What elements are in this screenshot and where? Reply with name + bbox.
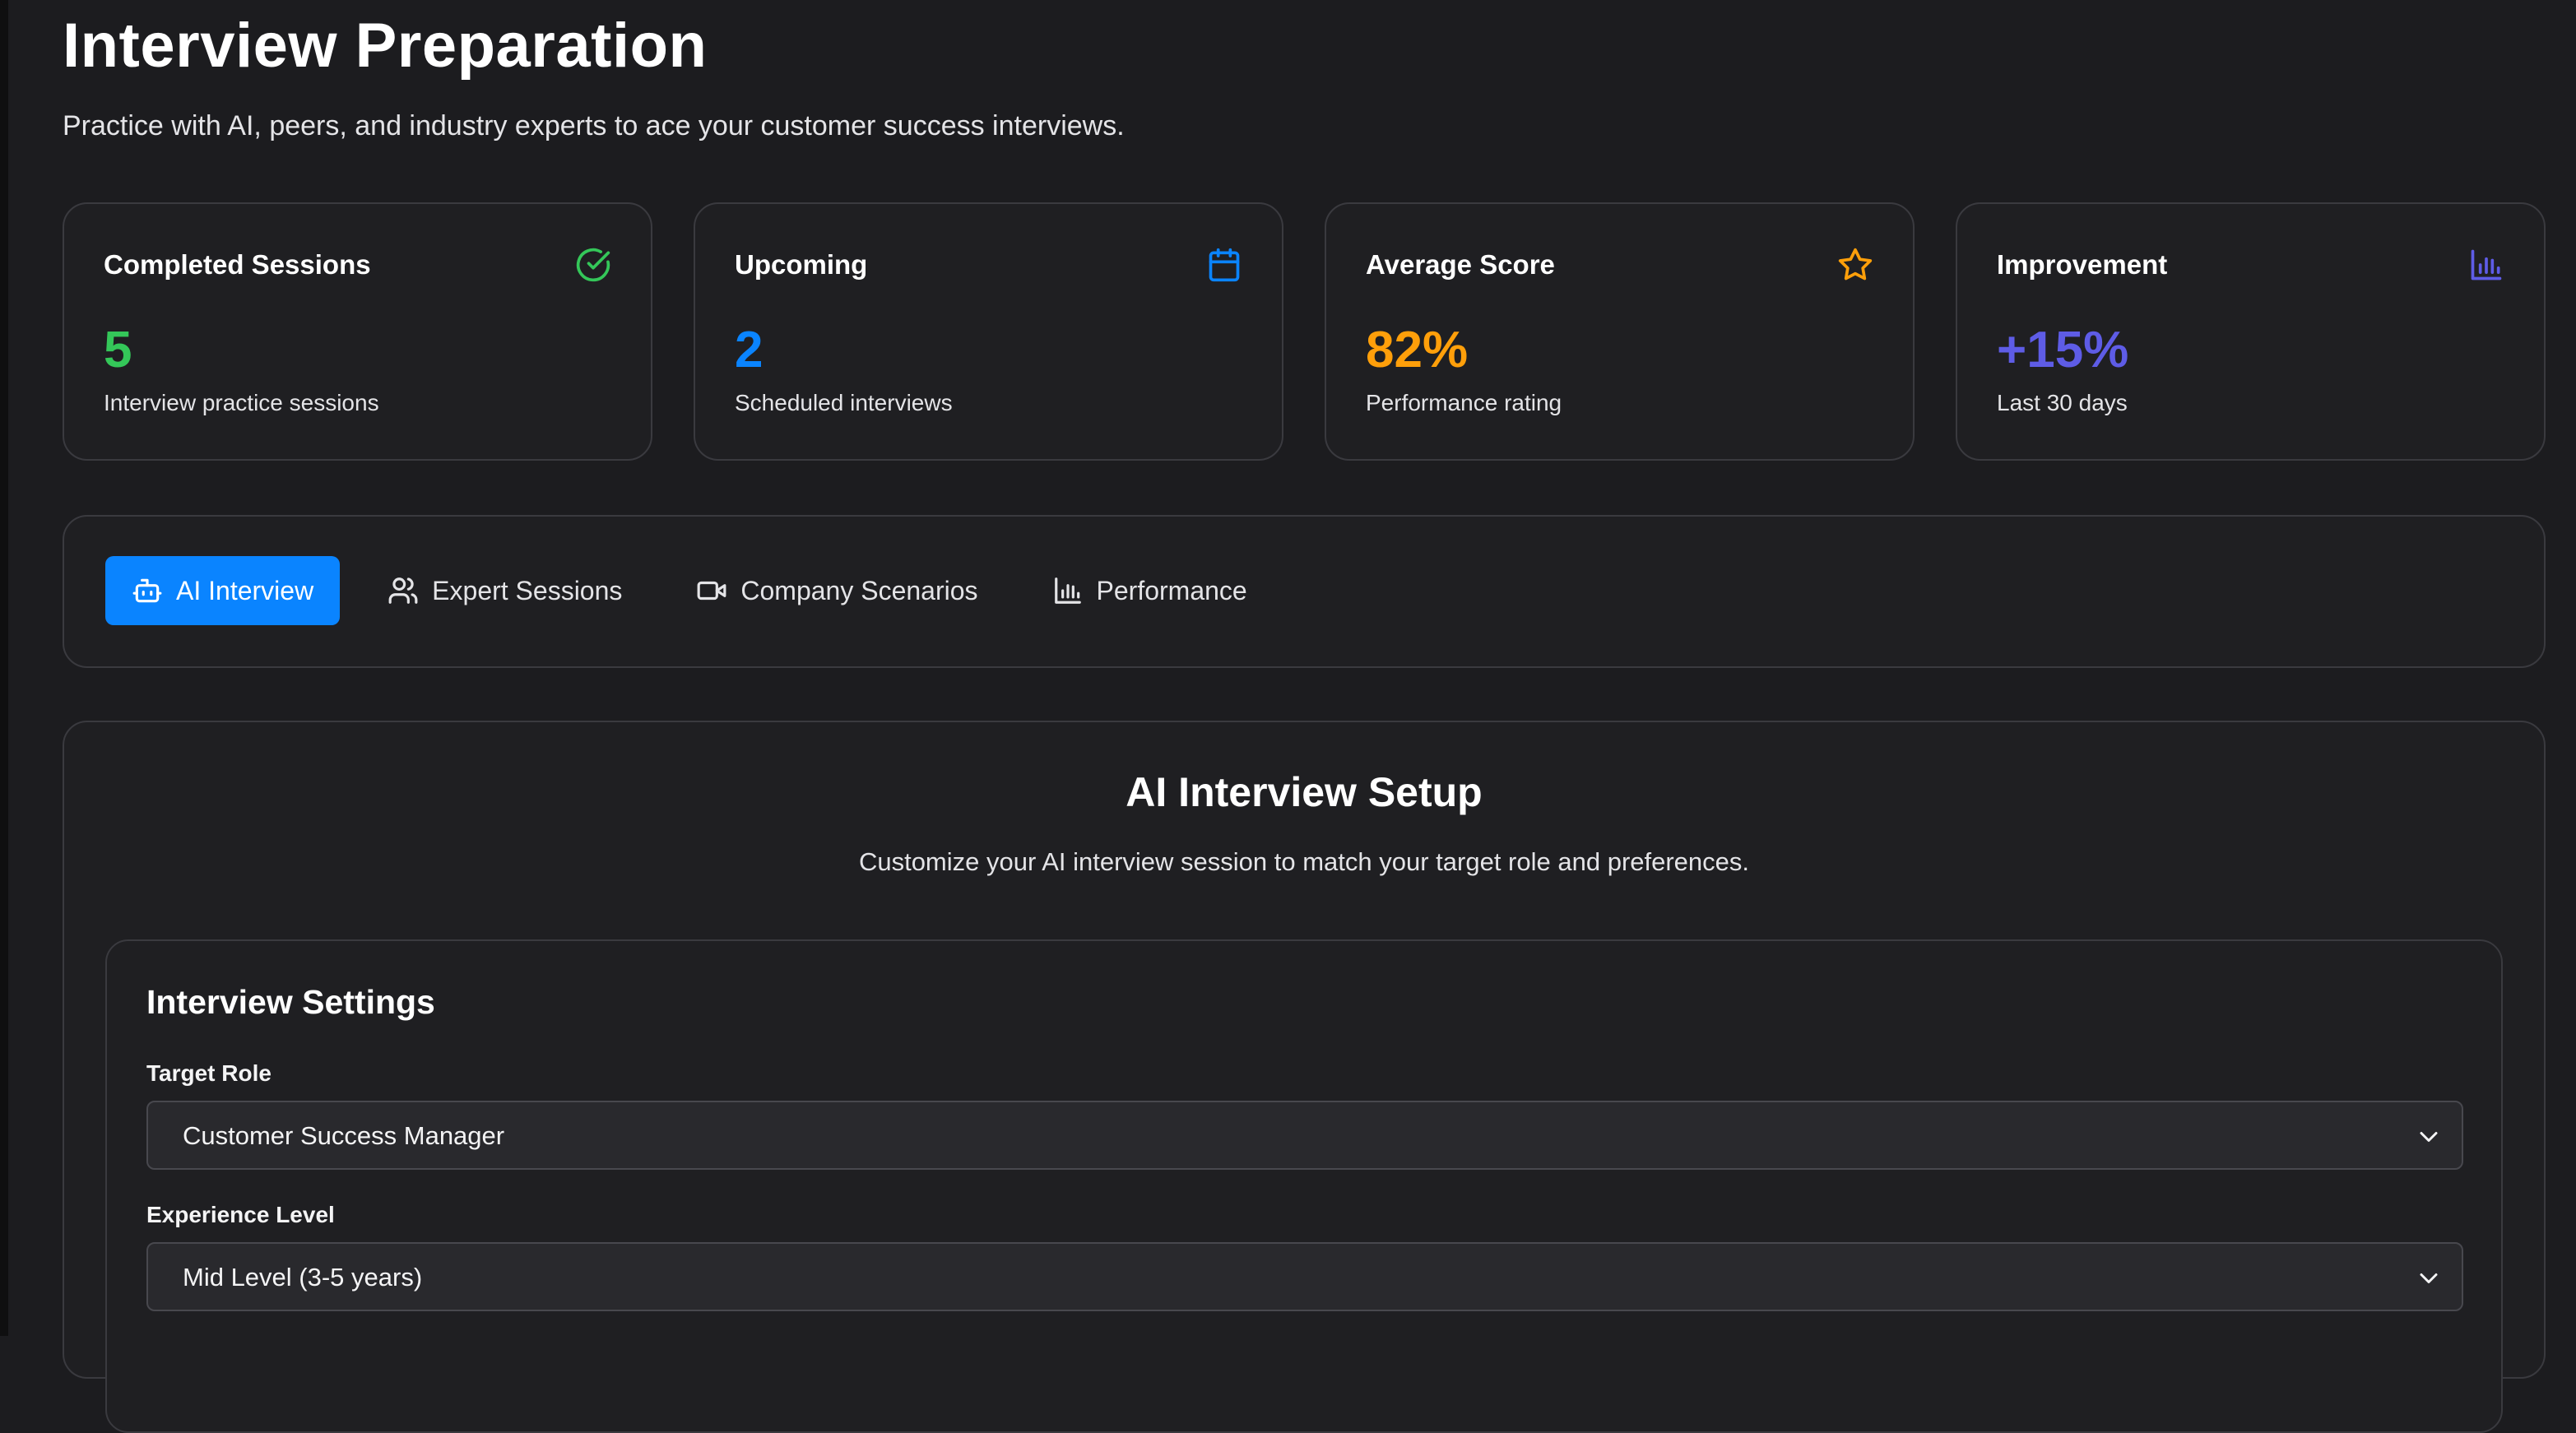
users-icon xyxy=(388,575,419,606)
stat-value: 5 xyxy=(104,322,132,378)
ai-interview-setup-card: AI Interview Setup Customize your AI int… xyxy=(63,721,2546,1433)
stat-value: +15% xyxy=(1997,322,2129,378)
stat-caption: Performance rating xyxy=(1366,390,1562,415)
interview-preparation-page: Interview Preparation Practice with AI, … xyxy=(63,0,2546,1433)
stat-value: 82% xyxy=(1366,322,1469,378)
stat-title: Average Score xyxy=(1366,249,1555,280)
stat-caption: Interview practice sessions xyxy=(104,390,379,415)
target-role-select[interactable]: Customer Success Manager xyxy=(146,1101,2463,1170)
tab-label: Company Scenarios xyxy=(740,575,978,605)
experience-level-select[interactable]: Mid Level (3-5 years) xyxy=(146,1242,2463,1311)
stat-caption: Last 30 days xyxy=(1997,390,2128,415)
stat-card-completed-sessions: Completed Sessions 5 Interview practice … xyxy=(63,202,652,461)
page-title: Interview Preparation xyxy=(63,11,708,81)
stat-value: 2 xyxy=(735,322,764,378)
star-icon xyxy=(1837,247,1873,283)
experience-level-label: Experience Level xyxy=(146,1202,335,1227)
stat-title: Completed Sessions xyxy=(104,249,371,280)
stat-title: Improvement xyxy=(1997,249,2168,280)
stat-title: Upcoming xyxy=(735,249,868,280)
target-role-label: Target Role xyxy=(146,1060,272,1086)
tab-list: AI Interview Expert Sessions Company Sce… xyxy=(105,556,1274,625)
calendar-icon xyxy=(1206,247,1242,283)
stat-card-average-score: Average Score 82% Performance rating xyxy=(1325,202,1915,461)
window-edge xyxy=(0,0,8,1336)
setup-subtitle: Customize your AI interview session to m… xyxy=(858,847,1750,876)
tab-ai-interview[interactable]: AI Interview xyxy=(105,556,341,625)
check-circle-icon xyxy=(575,247,611,283)
select-value: Customer Success Manager xyxy=(183,1121,505,1150)
chevron-down-icon xyxy=(2414,1264,2444,1293)
video-icon xyxy=(696,575,727,606)
bar-chart-icon xyxy=(1052,575,1084,606)
stats-row: Completed Sessions 5 Interview practice … xyxy=(63,202,2546,461)
select-value: Mid Level (3-5 years) xyxy=(183,1263,423,1292)
tab-label: Expert Sessions xyxy=(432,575,623,605)
bar-chart-icon xyxy=(2468,247,2504,283)
robot-icon xyxy=(132,575,163,606)
settings-title: Interview Settings xyxy=(146,983,435,1021)
tab-performance[interactable]: Performance xyxy=(1026,556,1274,625)
stat-card-improvement: Improvement +15% Last 30 days xyxy=(1956,202,2546,461)
stat-caption: Scheduled interviews xyxy=(735,390,953,415)
tab-label: Performance xyxy=(1096,575,1247,605)
tabs-panel: AI Interview Expert Sessions Company Sce… xyxy=(63,515,2546,668)
chevron-down-icon xyxy=(2414,1122,2444,1152)
tab-expert-sessions[interactable]: Expert Sessions xyxy=(361,556,648,625)
stat-card-upcoming: Upcoming 2 Scheduled interviews xyxy=(694,202,1283,461)
interview-settings-card: Interview Settings Target Role Customer … xyxy=(105,939,2503,1433)
page-subtitle: Practice with AI, peers, and industry ex… xyxy=(63,110,1125,141)
tab-label: AI Interview xyxy=(176,575,314,605)
setup-title: AI Interview Setup xyxy=(1126,769,1483,815)
tab-company-scenarios[interactable]: Company Scenarios xyxy=(670,556,1004,625)
